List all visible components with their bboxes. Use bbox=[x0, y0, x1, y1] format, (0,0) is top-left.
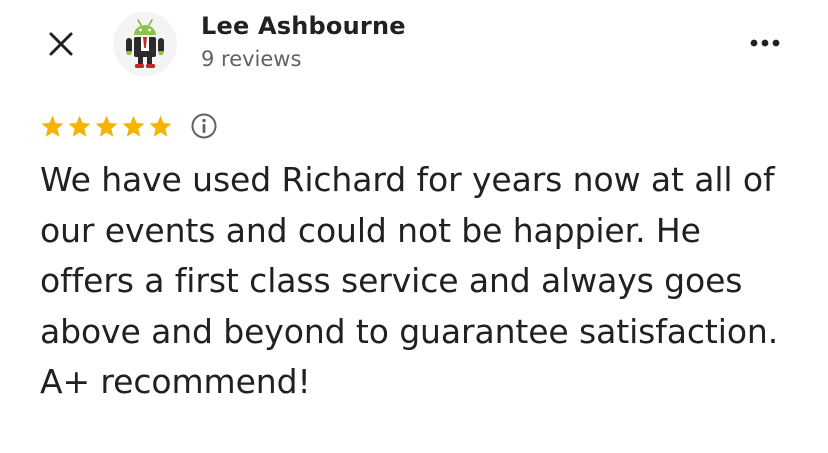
android-robot-avatar-icon bbox=[113, 12, 177, 76]
avatar[interactable] bbox=[113, 12, 177, 76]
star-icon bbox=[122, 115, 145, 137]
reviewer-name[interactable]: Lee Ashbourne bbox=[201, 12, 406, 40]
review-card: Lee Ashbourne 9 reviews We have used Ric… bbox=[0, 0, 828, 453]
more-options-button[interactable] bbox=[744, 28, 788, 58]
star-rating bbox=[40, 113, 175, 139]
star-icon bbox=[95, 115, 118, 137]
more-horizontal-icon bbox=[750, 39, 780, 47]
review-text: We have used Richard for years now at al… bbox=[40, 160, 779, 401]
close-icon bbox=[49, 32, 73, 56]
star-icon bbox=[149, 115, 172, 137]
info-icon bbox=[191, 113, 217, 139]
star-icon bbox=[41, 115, 64, 137]
close-button[interactable] bbox=[44, 27, 78, 61]
star-icon bbox=[68, 115, 91, 137]
review-count[interactable]: 9 reviews bbox=[201, 47, 301, 71]
info-button[interactable] bbox=[190, 112, 218, 140]
